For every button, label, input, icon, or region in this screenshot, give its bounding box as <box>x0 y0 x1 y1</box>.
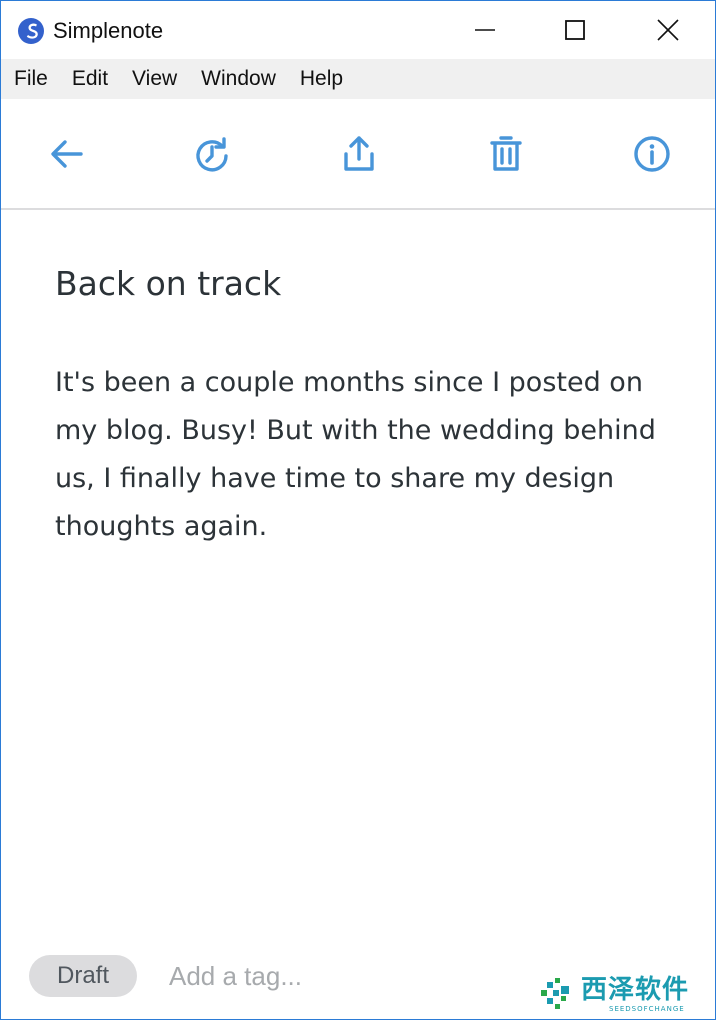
trash-button[interactable] <box>486 134 526 174</box>
menu-edit[interactable]: Edit <box>60 59 120 99</box>
watermark-text-block: 西泽软件 SEEDSOFCHANGE <box>581 975 689 1013</box>
app-window: Simplenote File Edit View Window Help Ba… <box>0 0 716 1020</box>
watermark-logo-icon <box>541 978 569 1009</box>
share-button[interactable] <box>339 134 379 174</box>
menu-file[interactable]: File <box>1 59 60 99</box>
menu-bar: File Edit View Window Help <box>1 59 715 99</box>
info-button[interactable] <box>632 134 672 174</box>
info-icon <box>634 136 670 172</box>
menu-help[interactable]: Help <box>288 59 355 99</box>
add-tag-input[interactable] <box>169 955 499 997</box>
close-button[interactable] <box>621 1 715 59</box>
share-icon <box>344 136 374 171</box>
maximize-button[interactable] <box>528 1 622 59</box>
minimize-button[interactable] <box>438 1 532 59</box>
simplenote-logo-icon <box>18 18 44 44</box>
menu-window[interactable]: Window <box>189 59 288 99</box>
trash-icon <box>490 136 522 171</box>
history-icon <box>196 137 228 172</box>
history-button[interactable] <box>193 134 233 174</box>
back-button[interactable] <box>46 134 86 174</box>
back-arrow-icon <box>51 140 83 168</box>
close-icon <box>657 19 679 41</box>
watermark-subtext: SEEDSOFCHANGE <box>609 1005 685 1013</box>
note-toolbar <box>1 99 715 210</box>
watermark: 西泽软件 SEEDSOFCHANGE <box>517 969 715 1019</box>
watermark-text: 西泽软件 <box>581 975 690 1005</box>
window-title: Simplenote <box>53 18 164 43</box>
menu-view[interactable]: View <box>120 59 189 99</box>
minimize-icon <box>475 29 495 31</box>
note-body[interactable]: It's been a couple months since I posted… <box>55 359 675 551</box>
title-bar[interactable]: Simplenote <box>1 1 715 59</box>
maximize-icon <box>565 20 585 40</box>
tag-chip-draft[interactable]: Draft <box>29 955 138 997</box>
note-title[interactable]: Back on track <box>55 264 281 303</box>
